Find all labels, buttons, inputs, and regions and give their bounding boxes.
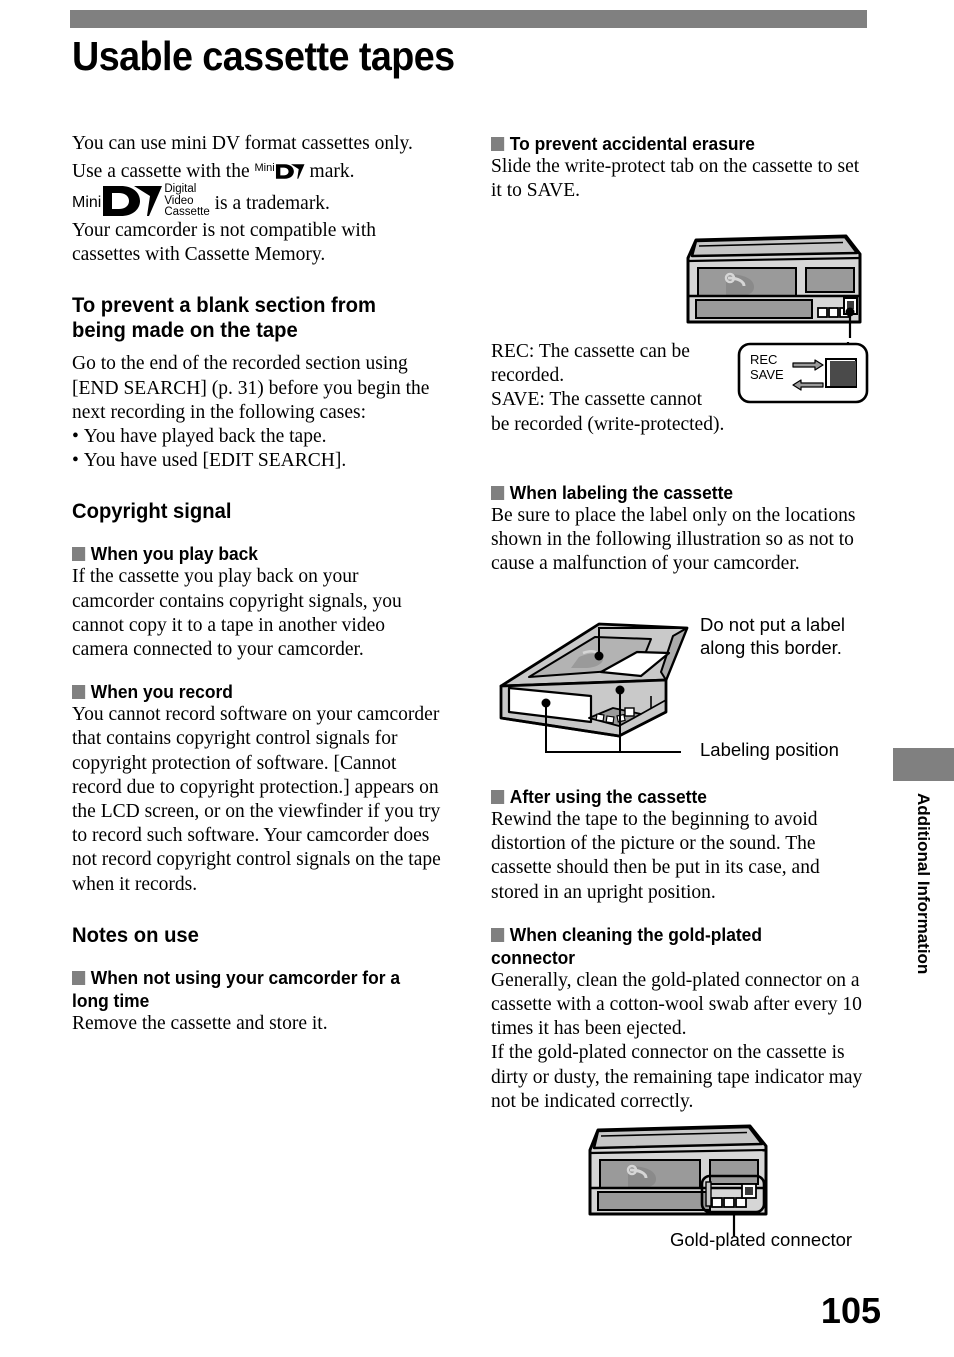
gray-square-bullet-icon	[72, 547, 86, 562]
body-when-labeling-cassette: Be sure to place the label only on the l…	[491, 505, 856, 575]
body-cleaning-paragraph-1: Generally, clean the gold-plated connect…	[491, 969, 862, 1040]
gray-square-bullet-icon	[491, 790, 505, 804]
gray-square-bullet-icon	[72, 970, 86, 985]
body-after-using-cassette: Rewind the tape to the beginning to avoi…	[491, 809, 820, 903]
save-description-line-1: SAVE: The cassette cannot	[491, 389, 703, 411]
rec-switch-label: REC	[750, 352, 778, 367]
gray-square-bullet-icon	[491, 927, 505, 942]
body-prevent-blank-section: Go to the end of the recorded section us…	[72, 353, 430, 423]
side-tab-label: Additional Information	[914, 793, 933, 975]
body-prevent-accidental-erasure: Slide the write-protect tab on the casse…	[491, 156, 860, 202]
cassette-connector-illustration	[588, 1124, 768, 1236]
rec-description-line-1: REC: The cassette can be	[491, 341, 690, 362]
save-description-line-2: be recorded (write-protected).	[491, 413, 725, 435]
subheading-cleaning-gold-plated-connector: When cleaning the gold-plated connector	[491, 923, 843, 969]
heading-copyright-signal: Copyright signal	[72, 499, 232, 524]
page-title: Usable cassette tapes	[72, 33, 455, 79]
document-page: Usable cassette tapes You can use mini D…	[0, 0, 954, 1357]
subheading-label: When cleaning the gold-plated connector	[491, 923, 762, 968]
subheading-when-you-play-back: When you play back	[72, 542, 422, 565]
subheading-not-using-long-time: When not using your camcorder for a long…	[72, 966, 422, 1012]
gray-square-bullet-icon	[72, 685, 86, 700]
minidv-inline-mini-label: Mini	[254, 162, 275, 175]
callout-border-line-1: Do not put a label	[700, 614, 846, 635]
body-cleaning-paragraph-2: If the gold-plated connector on the cass…	[491, 1042, 863, 1112]
minidv-logo-dvc-line1: Digital	[164, 183, 197, 196]
subheading-after-using-cassette: After using the cassette	[491, 785, 843, 808]
left-column: You can use mini DV format cassettes onl…	[72, 132, 444, 1036]
body-when-you-record: You cannot record software on your camco…	[72, 704, 441, 895]
list-item: • You have played back the tape.	[72, 425, 327, 447]
minidv-logo-dv-icon	[101, 184, 163, 218]
minidv-logo-dvc-line3: Cassette	[164, 206, 210, 219]
callout-gold-plated-connector: Gold-plated connector	[670, 1229, 853, 1250]
heading-prevent-blank-section: To prevent a blank section from being ma…	[72, 293, 376, 343]
subheading-label: When labeling the cassette	[509, 482, 734, 503]
bullet-text: You have used [EDIT SEARCH].	[83, 450, 347, 472]
intro-line-2: Use a cassette with the Mini mark.	[72, 156, 444, 184]
list-item: • You have used [EDIT SEARCH].	[72, 450, 347, 472]
callout-do-not-put-label: Do not put a label along this border.	[700, 613, 880, 659]
subheading-label: When you record	[90, 681, 233, 703]
gray-square-bullet-icon	[491, 137, 505, 151]
callout-border-line-2: along this border.	[700, 637, 842, 658]
subheading-label: To prevent accidental erasure	[509, 133, 755, 154]
bullet-text: You have played back the tape.	[83, 425, 327, 447]
intro-line-1: You can use mini DV format cassettes onl…	[72, 133, 413, 154]
minidv-trademark-text: is a trademark.	[214, 193, 330, 215]
callout-labeling-position: Labeling position	[700, 739, 839, 760]
minidv-logo-dvc-line2: Video	[164, 194, 194, 207]
body-not-using-long-time: Remove the cassette and store it.	[72, 1012, 328, 1034]
right-column-block-labeling: When labeling the cassette Be sure to pl…	[491, 481, 865, 577]
bullet-list-prevent-blank: • You have played back the tape. • You h…	[72, 425, 444, 473]
gray-square-bullet-icon	[491, 486, 505, 500]
minidv-logo-mini-label: Mini	[72, 194, 102, 212]
side-tab-gray-block	[893, 748, 954, 781]
subheading-label: After using the cassette	[509, 786, 707, 807]
rec-description-line-2: recorded.	[491, 365, 565, 387]
right-column-block-after-use: After using the cassette Rewind the tape…	[491, 785, 865, 1114]
page-number: 105	[820, 1290, 881, 1331]
right-column-block-erasure: To prevent accidental erasure Slide the …	[491, 132, 865, 203]
rec-save-description: REC: The cassette can be recorded. SAVE:…	[491, 340, 741, 437]
intro-line-2-after: mark.	[309, 161, 355, 183]
header-gray-bar	[70, 10, 867, 28]
cassette-front-illustration	[686, 234, 862, 338]
body-when-you-play-back: If the cassette you play back on your ca…	[72, 566, 402, 660]
heading-notes-on-use: Notes on use	[72, 922, 199, 947]
minidv-trademark-line: Mini Digital Video Cassette is a tradema…	[72, 184, 444, 219]
subheading-label: When you play back	[90, 543, 258, 565]
intro-line-4: Your camcorder is not compatible with ca…	[72, 219, 377, 266]
minidv-logo-dvc-text: Digital Video Cassette	[164, 184, 209, 219]
subheading-prevent-accidental-erasure: To prevent accidental erasure	[491, 132, 843, 155]
subheading-label: When not using your camcorder for a long…	[72, 966, 401, 1011]
intro-line-2-before: Use a cassette with the	[72, 161, 250, 183]
minidv-inline-dv-icon	[275, 163, 305, 180]
save-switch-label: SAVE	[750, 367, 784, 382]
rec-save-switch-callout: REC SAVE	[737, 342, 869, 409]
subheading-when-you-record: When you record	[72, 680, 422, 703]
subheading-when-labeling-cassette: When labeling the cassette	[491, 481, 843, 504]
